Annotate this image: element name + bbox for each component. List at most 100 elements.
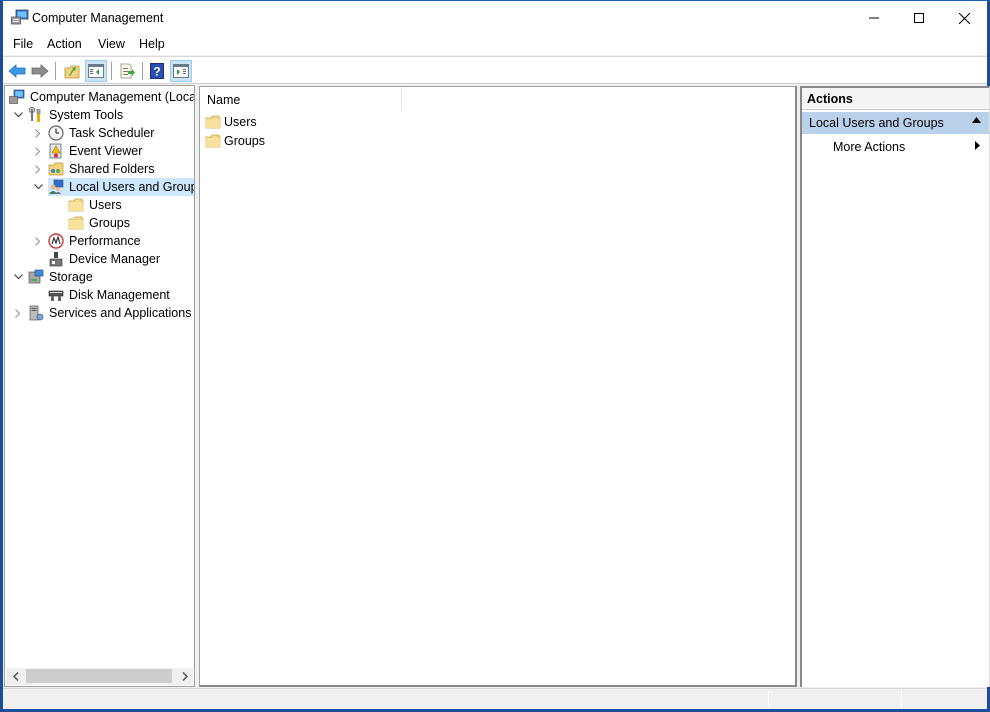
tree-item-label: Computer Management (Local [30,90,195,104]
storage-icon [28,269,44,284]
tree-item-label: Performance [69,234,141,248]
column-header-name[interactable]: Name [200,87,402,111]
tree-item-performance[interactable]: Performance [48,232,143,250]
actions-pane: Actions Local Users and Groups More Acti… [800,86,990,687]
tree-item-label: Disk Management [69,288,170,302]
menu-file[interactable]: File [13,37,33,51]
menu-action[interactable]: Action [47,37,82,51]
up-one-level-button[interactable] [61,60,83,82]
back-button[interactable] [6,60,28,82]
actions-header-label: Actions [807,92,853,106]
expand-chevron-icon[interactable] [33,232,43,250]
services-icon [29,305,44,321]
system-tools-icon [28,107,41,122]
maximize-icon [914,13,924,23]
tree-item-label: Services and Applications [49,306,192,320]
help-button[interactable]: ? [146,60,168,82]
list-item-groups[interactable]: Groups [205,132,265,150]
computer-management-window: Computer Management File Action View Hel… [0,0,990,712]
back-arrow-icon [8,64,26,78]
collapse-up-icon[interactable] [972,117,981,123]
export-list-icon [120,63,135,79]
toolbar-separator [55,62,56,80]
status-separator [901,691,902,708]
expand-chevron-icon[interactable] [13,304,23,322]
tree-horizontal-scrollbar[interactable] [6,668,193,685]
tree-item-shared-folders[interactable]: Shared Folders [48,160,156,178]
tree-item-label: Task Scheduler [69,126,155,140]
actions-section-label: Local Users and Groups [809,116,944,130]
folder-icon [205,134,221,148]
export-list-button[interactable] [116,60,138,82]
forward-arrow-icon [31,64,49,78]
tree-item-system-tools[interactable]: System Tools [28,106,125,124]
folder-icon [68,198,84,212]
close-button[interactable] [941,1,987,35]
actions-section-local-users-and-groups[interactable]: Local Users and Groups [802,112,989,134]
show-hide-action-pane-button[interactable] [170,60,192,82]
minimize-button[interactable] [851,1,897,35]
tree-item-local-users-and-groups[interactable]: Local Users and Groups [48,178,195,196]
show-hide-console-tree-button[interactable] [85,60,107,82]
forward-button[interactable] [29,60,51,82]
clock-icon [48,125,64,141]
shared-folder-icon [48,162,64,176]
users-groups-icon [49,179,64,194]
expand-chevron-icon[interactable] [33,124,43,142]
help-icon: ? [150,63,164,79]
minimize-icon [869,17,879,19]
scrollbar-thumb[interactable] [26,669,172,683]
show-hide-console-tree-icon [88,64,104,78]
tree-item-label: Device Manager [69,252,161,266]
content-list[interactable]: Name Users Groups [199,86,797,687]
list-item-users[interactable]: Users [205,113,257,131]
tree-item-event-viewer[interactable]: Event Viewer [48,142,144,160]
console-tree[interactable]: Computer Management (Local System Tools … [4,85,195,687]
column-header-label: Name [207,93,241,107]
list-item-label: Users [224,115,257,129]
computer-management-icon [11,9,29,25]
scroll-right-icon[interactable] [177,668,193,685]
show-hide-action-pane-icon [173,64,189,78]
tree-item-label: Users [89,198,122,212]
scroll-left-icon[interactable] [8,668,24,685]
folder-icon [68,216,84,230]
tree-item-label: Local Users and Groups [69,180,195,194]
tree-item-label: Shared Folders [69,162,155,176]
action-more-actions[interactable]: More Actions [802,136,989,158]
tree-item-services-and-applications[interactable]: Services and Applications [28,304,193,322]
collapse-chevron-icon[interactable] [13,106,23,124]
tree-item-label: System Tools [49,108,124,122]
expand-chevron-icon[interactable] [33,142,43,160]
actions-header: Actions [802,88,989,110]
tree-item-task-scheduler[interactable]: Task Scheduler [48,124,156,142]
toolbar-separator [111,62,112,80]
tree-item-label: Event Viewer [69,144,143,158]
computer-management-icon [9,89,25,104]
menu-view[interactable]: View [98,37,125,51]
title-bar: Computer Management [3,1,987,35]
tree-item-users[interactable]: Users [68,196,124,214]
up-folder-icon [64,65,80,79]
collapse-chevron-icon[interactable] [13,268,23,286]
expand-chevron-icon[interactable] [33,160,43,178]
device-manager-icon [49,252,63,267]
status-separator [768,691,769,708]
folder-icon [205,115,221,129]
window-title: Computer Management [32,11,164,25]
tree-item-groups[interactable]: Groups [68,214,132,232]
event-viewer-icon [49,143,62,159]
toolbar: ? [3,56,987,84]
action-item-label: More Actions [833,140,906,154]
tree-item-disk-management[interactable]: Disk Management [48,286,172,304]
menu-help[interactable]: Help [139,37,165,51]
maximize-button[interactable] [896,1,942,35]
tree-root[interactable]: Computer Management (Local [9,88,195,106]
svg-text:?: ? [153,65,160,79]
tree-item-label: Groups [89,216,130,230]
collapse-chevron-icon[interactable] [33,178,43,196]
submenu-arrow-icon [975,141,980,150]
tree-item-device-manager[interactable]: Device Manager [48,250,162,268]
tree-item-storage[interactable]: Storage [28,268,95,286]
disk-management-icon [48,290,64,301]
